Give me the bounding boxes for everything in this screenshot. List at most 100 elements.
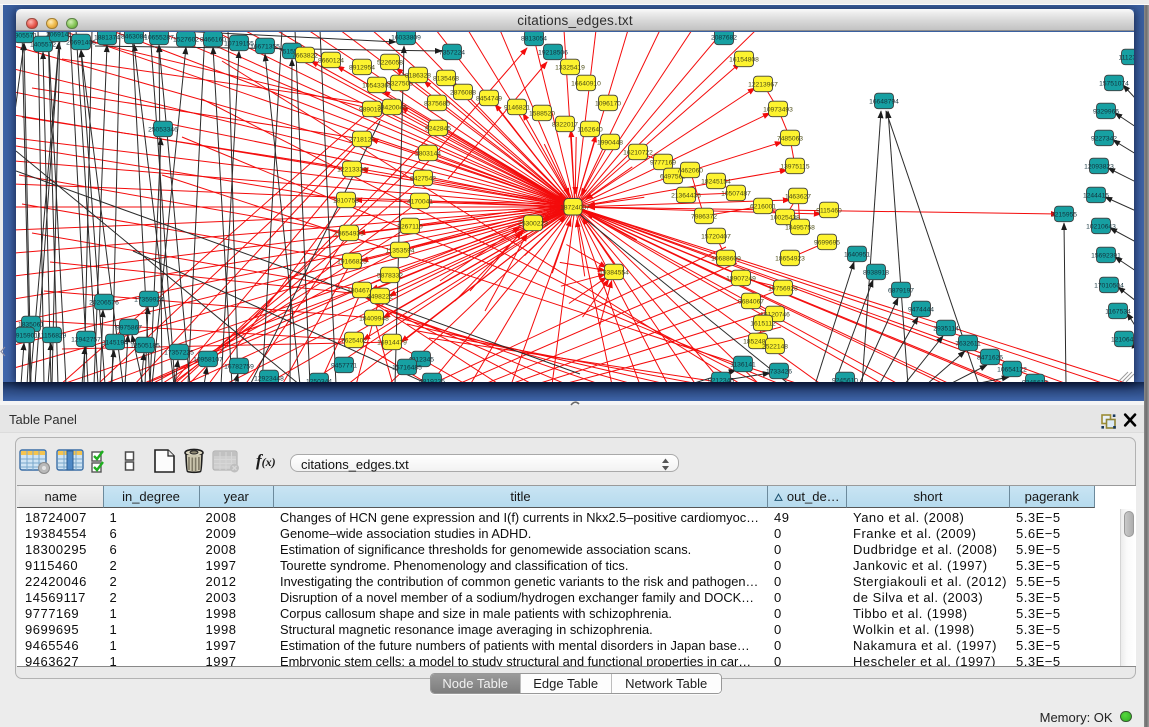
svg-text:15716485: 15716485 (392, 364, 422, 371)
svg-text:1096170: 1096170 (595, 100, 621, 107)
svg-text:9146821: 9146821 (504, 104, 530, 111)
svg-text:12213967: 12213967 (748, 81, 778, 88)
svg-text:9777169: 9777169 (650, 159, 676, 166)
svg-text:6216001: 6216001 (750, 203, 776, 210)
svg-text:1527602: 1527602 (173, 36, 199, 43)
svg-text:4170041: 4170041 (407, 198, 433, 205)
svg-text:12942757: 12942757 (71, 336, 101, 343)
svg-text:1640951: 1640951 (844, 251, 870, 258)
svg-text:19756928: 19756928 (768, 285, 798, 292)
svg-text:9245612: 9245612 (1022, 379, 1048, 382)
svg-text:8454749: 8454749 (476, 95, 502, 102)
svg-text:1145194: 1145194 (102, 339, 128, 346)
svg-text:10654122: 10654122 (997, 366, 1027, 373)
svg-text:12093823: 12093823 (1084, 163, 1114, 170)
svg-text:8938918: 8938918 (863, 269, 889, 276)
svg-text:9329966: 9329966 (1093, 108, 1119, 115)
svg-text:8135468: 8135468 (433, 75, 459, 82)
svg-text:15692391: 15692391 (1091, 252, 1121, 259)
svg-text:16210722: 16210722 (623, 149, 653, 156)
svg-text:2876088: 2876088 (450, 89, 476, 96)
svg-text:1167534: 1167534 (1105, 308, 1131, 315)
svg-text:10655287: 10655287 (144, 34, 174, 41)
svg-text:18495758: 18495758 (785, 224, 815, 231)
svg-text:18907249: 18907249 (726, 275, 756, 282)
svg-text:15751074: 15751074 (1099, 80, 1129, 87)
svg-text:20691406: 20691406 (66, 39, 96, 46)
svg-text:18245154: 18245154 (701, 178, 731, 185)
svg-text:1162640: 1162640 (577, 126, 603, 133)
svg-text:7462060: 7462060 (677, 167, 703, 174)
svg-text:9245610: 9245610 (832, 377, 858, 382)
svg-text:23420046: 23420046 (377, 104, 407, 111)
svg-text:16782759: 16782759 (224, 363, 254, 370)
svg-text:9115460: 9115460 (816, 207, 842, 214)
svg-text:9212345: 9212345 (708, 377, 734, 382)
svg-text:25053346: 25053346 (148, 126, 178, 133)
svg-text:2935114: 2935114 (933, 325, 959, 332)
svg-text:16033809: 16033809 (391, 34, 421, 41)
svg-text:13325419: 13325419 (555, 64, 585, 71)
svg-text:8660124: 8660124 (318, 57, 344, 64)
svg-text:20206576: 20206576 (89, 299, 119, 306)
svg-text:19166825: 19166825 (337, 258, 367, 265)
svg-text:16154808: 16154808 (729, 56, 759, 63)
svg-text:1136141: 1136141 (730, 361, 756, 368)
svg-text:9457771: 9457771 (331, 362, 357, 369)
svg-text:2087682: 2087682 (711, 34, 737, 41)
svg-text:10973493: 10973493 (763, 106, 793, 113)
svg-text:12923448: 12923448 (254, 375, 284, 382)
svg-text:9242845: 9242845 (425, 125, 451, 132)
svg-text:1810753: 1810753 (333, 197, 359, 204)
svg-text:10210643: 10210643 (1086, 223, 1116, 230)
svg-text:11156829: 11156829 (38, 332, 67, 339)
svg-text:10958107: 10958107 (193, 356, 223, 363)
svg-text:1405572: 1405572 (30, 41, 56, 48)
svg-text:7986372: 7986372 (691, 213, 717, 220)
svg-text:18654933: 18654933 (334, 230, 364, 237)
svg-text:16914479: 16914479 (377, 339, 407, 346)
svg-text:8813054: 8813054 (521, 35, 547, 42)
svg-text:18724007: 18724007 (560, 204, 590, 211)
svg-text:1463627: 1463627 (785, 193, 811, 200)
svg-text:18654923: 18654923 (775, 255, 805, 262)
svg-text:25300223: 25300223 (518, 220, 548, 227)
svg-text:1588520: 1588520 (529, 110, 555, 117)
svg-text:12505185: 12505185 (130, 342, 160, 349)
svg-text:4498222: 4498222 (367, 293, 393, 300)
svg-text:9474444: 9474444 (908, 306, 934, 313)
svg-text:2522148: 2522148 (762, 343, 788, 350)
svg-text:3215955: 3215955 (1051, 211, 1077, 218)
svg-text:7625402: 7625402 (341, 337, 367, 344)
svg-text:18409948: 18409948 (359, 315, 389, 322)
svg-text:9699695: 9699695 (814, 239, 840, 246)
svg-text:8186328: 8186328 (405, 72, 431, 79)
svg-text:9227342: 9227342 (1091, 135, 1117, 142)
svg-text:1881374: 1881374 (94, 34, 120, 41)
svg-text:1990448: 1990448 (597, 139, 623, 146)
svg-text:9684067: 9684067 (738, 298, 764, 305)
svg-text:1112345: 1112345 (1118, 54, 1134, 61)
svg-text:8375685: 8375685 (424, 100, 450, 107)
svg-text:11353594: 11353594 (385, 247, 415, 254)
svg-text:2718126: 2718126 (349, 136, 375, 143)
svg-text:7632611: 7632611 (955, 340, 981, 347)
svg-text:8322017: 8322017 (552, 121, 578, 128)
svg-text:19384554: 19384554 (599, 269, 629, 276)
svg-text:2803144: 2803144 (415, 150, 441, 157)
svg-text:12213339: 12213339 (337, 166, 367, 173)
svg-text:5226058: 5226058 (377, 59, 403, 66)
svg-text:16671355: 16671355 (250, 43, 280, 50)
svg-text:1244415: 1244415 (1083, 192, 1109, 199)
svg-text:6879197: 6879197 (888, 287, 914, 294)
svg-text:7663822: 7663822 (292, 52, 318, 59)
svg-text:17010504: 17010504 (1094, 282, 1124, 289)
svg-text:4819235: 4819235 (419, 378, 445, 382)
svg-text:1615112: 1615112 (750, 320, 776, 327)
svg-text:10688609: 10688609 (711, 255, 741, 262)
svg-text:19218506: 19218506 (538, 49, 568, 56)
svg-text:3915901: 3915901 (16, 332, 38, 339)
svg-text:8466160: 8466160 (200, 36, 226, 43)
svg-text:17359924: 17359924 (134, 296, 164, 303)
svg-text:5878332: 5878332 (377, 272, 403, 279)
